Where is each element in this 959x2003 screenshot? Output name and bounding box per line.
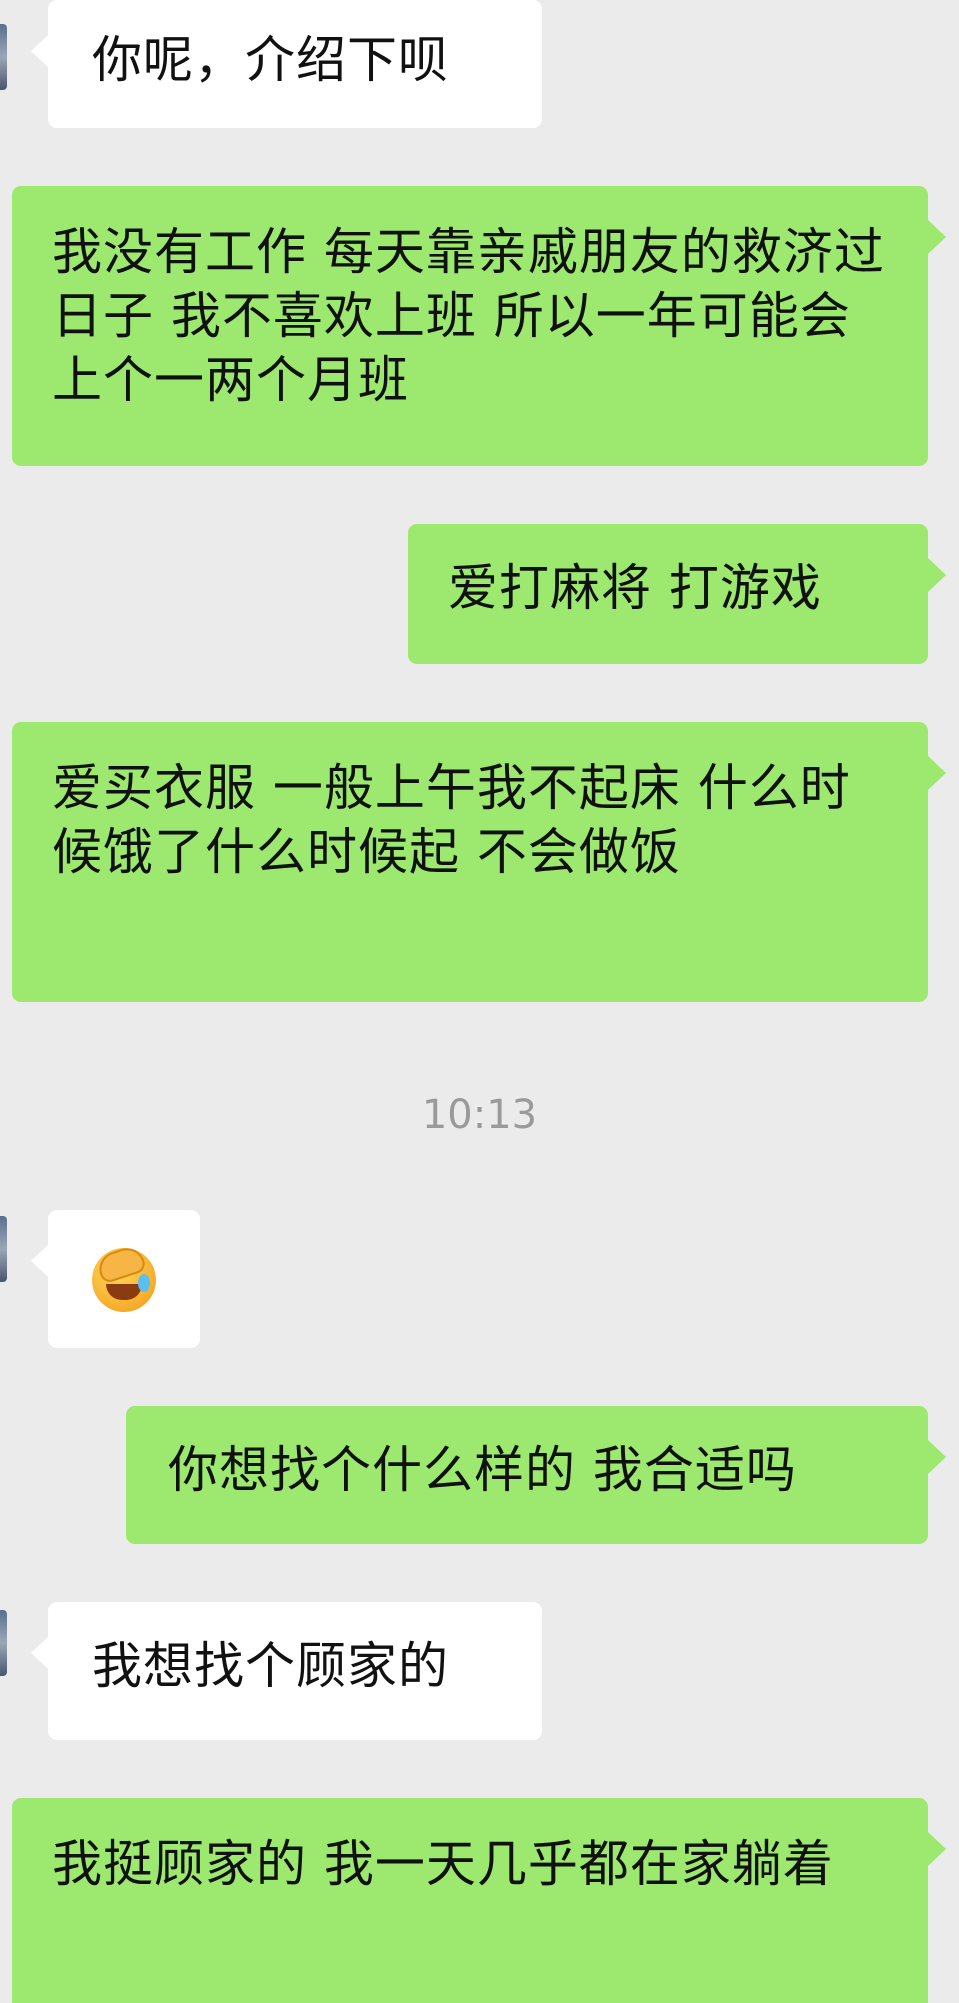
avatar[interactable]	[0, 24, 7, 90]
avatar[interactable]	[0, 1216, 7, 1282]
message-text: 爱买衣服 一般上午我不起床 什么时候饿了什么时候起 不会做饭	[52, 759, 851, 881]
message-bubble-outgoing[interactable]: 我没有工作 每天靠亲戚朋友的救济过日子 我不喜欢上班 所以一年可能会上个一两个月…	[12, 186, 946, 466]
message-text: 我想找个顾家的	[92, 1637, 449, 1695]
message-bubble-outgoing[interactable]: 我挺顾家的 我一天几乎都在家躺着	[12, 1798, 946, 2003]
face-palm-laughing-emoji-icon	[92, 1243, 156, 1312]
message-timestamp: 10:13	[421, 1092, 538, 1138]
message-bubble-outgoing[interactable]: 爱买衣服 一般上午我不起床 什么时候饿了什么时候起 不会做饭	[12, 722, 946, 1002]
message-bubble-incoming[interactable]: 你呢，介绍下呗	[31, 0, 542, 128]
message-text: 爱打麻将 打游戏	[448, 559, 822, 617]
message-text: 我挺顾家的 我一天几乎都在家躺着	[52, 1835, 834, 1893]
message-text: 你呢，介绍下呗	[92, 31, 449, 89]
avatar[interactable]	[0, 1610, 7, 1676]
message-bubble-outgoing[interactable]: 爱打麻将 打游戏	[408, 524, 946, 664]
message-bubble-outgoing[interactable]: 你想找个什么样的 我合适吗	[126, 1406, 946, 1544]
message-text: 你想找个什么样的 我合适吗	[168, 1441, 797, 1499]
message-bubble-incoming[interactable]: 我想找个顾家的	[31, 1602, 542, 1740]
message-text: 我没有工作 每天靠亲戚朋友的救济过日子 我不喜欢上班 所以一年可能会上个一两个月…	[52, 223, 885, 409]
